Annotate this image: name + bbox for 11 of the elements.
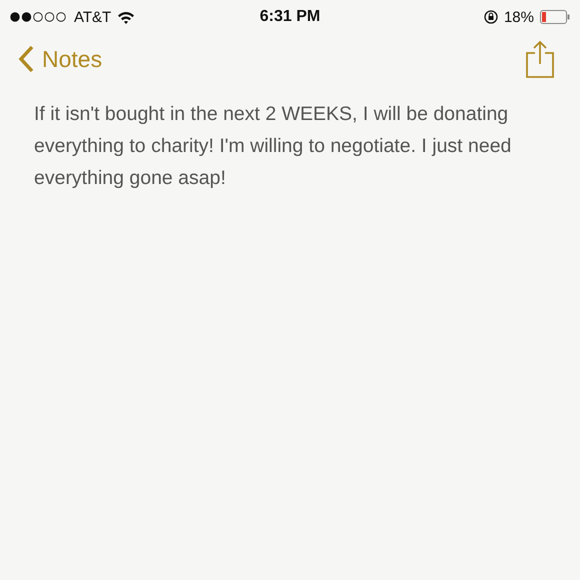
back-button[interactable]: Notes <box>18 45 102 73</box>
battery-percent: 18% <box>504 8 534 26</box>
carrier-name: AT&T <box>74 8 112 26</box>
note-text: If it isn't bought in the next 2 WEEKS, I will be donating everything to charity! I'm willing to negotiate. I just need everything gone asap! <box>34 102 512 191</box>
status-time: 6:31 PM <box>260 8 320 26</box>
signal-icon <box>10 12 68 22</box>
share-icon[interactable] <box>526 40 554 78</box>
wifi-icon <box>117 10 136 24</box>
chevron-icon <box>18 45 34 73</box>
battery-icon <box>540 10 570 24</box>
rotation-lock-icon <box>484 10 498 24</box>
